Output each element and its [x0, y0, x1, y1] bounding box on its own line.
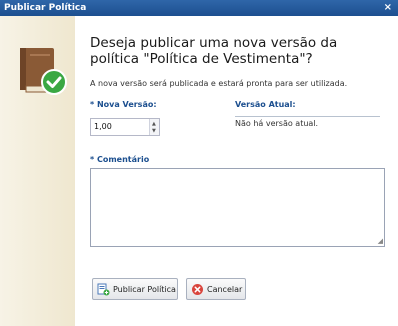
- dialog-title: Publicar Política: [4, 3, 87, 13]
- spinner-down-icon[interactable]: ▼: [152, 128, 156, 134]
- publish-policy-dialog: Publicar Política × Deseja publicar uma …: [0, 0, 398, 326]
- confirmation-heading: Deseja publicar uma nova versão da polít…: [90, 35, 338, 67]
- spinner-up-icon[interactable]: ▲: [152, 121, 156, 127]
- new-version-stepper[interactable]: 1,00 ▲ ▼: [90, 118, 160, 136]
- publish-policy-button[interactable]: Publicar Política: [92, 278, 178, 300]
- comment-label: * Comentário: [90, 155, 150, 164]
- current-version-value: Não há versão atual.: [235, 119, 319, 128]
- current-version-divider: [235, 116, 380, 117]
- side-panel: [0, 16, 75, 326]
- current-version-label: Versão Atual:: [235, 100, 296, 109]
- cancel-button[interactable]: Cancelar: [186, 278, 246, 300]
- document-add-icon: [97, 283, 110, 295]
- resize-grip-icon[interactable]: ◢: [378, 238, 383, 245]
- new-version-label: * Nova Versão:: [90, 100, 157, 109]
- comment-textarea[interactable]: ◢: [90, 168, 385, 247]
- book-check-icon: [20, 48, 67, 95]
- publish-button-label: Publicar Política: [113, 284, 176, 294]
- confirmation-subtext: A nova versão será publicada e estará pr…: [90, 79, 348, 88]
- cancel-button-label: Cancelar: [207, 284, 243, 294]
- close-icon[interactable]: ×: [384, 0, 392, 16]
- new-version-value[interactable]: 1,00: [94, 122, 112, 131]
- cancel-icon: [192, 283, 203, 295]
- dialog-titlebar: Publicar Política ×: [0, 0, 398, 16]
- stepper-arrows: ▲ ▼: [149, 119, 159, 135]
